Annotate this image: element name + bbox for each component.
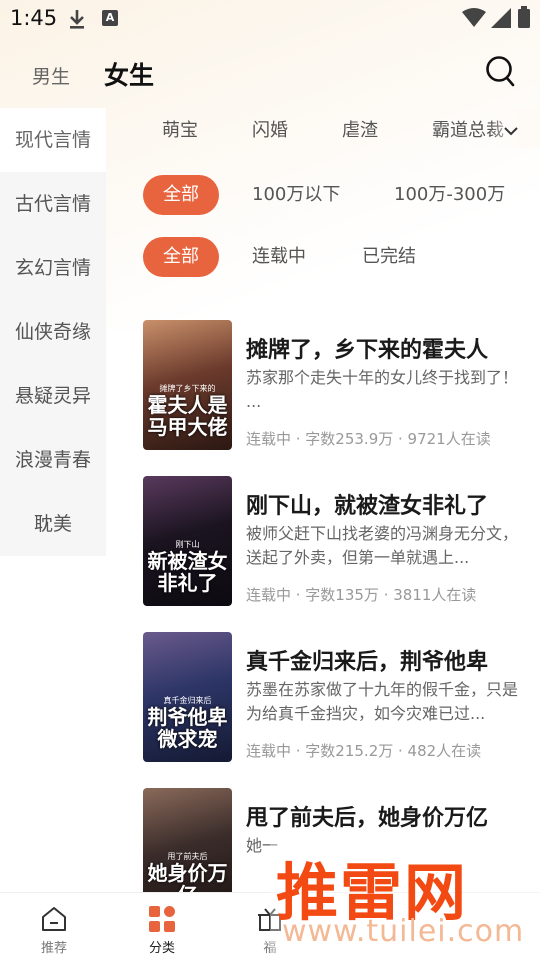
book-cover: 真千金归来后 荆爷他卑微求宠 xyxy=(143,632,232,762)
book-description: 苏墨在苏家做了十九年的假千金，只是为给真千金挡灾，如今灾难已过... xyxy=(246,680,519,723)
book-cover: 刚下山 新被渣女非礼了 xyxy=(143,476,232,606)
cover-title: 新被渣女非礼了 xyxy=(147,549,228,595)
a-box-icon: A xyxy=(102,10,118,26)
sidebar-item-ancient-romance[interactable]: 古代言情 xyxy=(0,172,106,236)
category-sidebar: 现代言情 古代言情 玄幻言情 仙侠奇缘 悬疑灵异 浪漫青春 耽美 xyxy=(0,108,106,556)
book-description: 苏家那个走失十年的女儿终于找到了！ ... xyxy=(246,368,519,411)
filter-chip-finished[interactable]: 已完结 xyxy=(362,237,416,277)
status-filter: 全部 连载中 已完结 xyxy=(106,237,540,281)
download-icon xyxy=(70,10,84,29)
book-meta: 连载中 · 字数215.2万 · 482人在读 xyxy=(246,742,482,760)
watermark-url: www.tuilei.com xyxy=(282,914,525,949)
tab-female[interactable]: 女生 xyxy=(104,56,154,92)
filter-chip-all[interactable]: 全部 xyxy=(143,175,219,215)
cover-title: 荆爷他卑微求宠 xyxy=(147,705,228,751)
book-title: 甩了前夫后，她身价万亿 xyxy=(246,806,489,831)
filter-chip-1m-3m[interactable]: 100万-300万 xyxy=(394,175,505,215)
sidebar-item-fantasy-romance[interactable]: 玄幻言情 xyxy=(0,236,106,300)
home-icon xyxy=(42,907,66,931)
cover-title: 霍夫人是马甲大佬 xyxy=(147,393,228,439)
sidebar-item-suspense[interactable]: 悬疑灵异 xyxy=(0,364,106,428)
book-title: 真千金归来后，荆爷他卑 xyxy=(246,650,489,675)
wifi-icon xyxy=(462,8,486,27)
tab-male[interactable]: 男生 xyxy=(32,62,70,89)
book-title: 刚下山，就被渣女非礼了 xyxy=(246,494,489,519)
status-time: 1:45 xyxy=(10,6,58,30)
status-bar: 1:45 A xyxy=(0,0,540,38)
nav-recommend[interactable]: 推荐 xyxy=(0,893,108,960)
filter-chip-ongoing[interactable]: 连载中 xyxy=(252,237,306,277)
sidebar-item-danmei[interactable]: 耽美 xyxy=(0,492,106,556)
book-item[interactable]: 摊牌了乡下来的 霍夫人是马甲大佬 摊牌了，乡下来的霍夫人 苏家那个走失十年的女儿… xyxy=(106,320,540,452)
nav-category[interactable]: 分类 xyxy=(108,893,216,960)
book-meta: 连载中 · 字数135万 · 3811人在读 xyxy=(246,586,477,604)
watermark: 推雷网 www.tuilei.com xyxy=(270,842,540,960)
book-title: 摊牌了，乡下来的霍夫人 xyxy=(246,338,489,363)
nav-label: 分类 xyxy=(148,941,175,956)
book-meta: 连载中 · 字数253.9万 · 9721人在读 xyxy=(246,430,491,448)
sidebar-item-xianxia[interactable]: 仙侠奇缘 xyxy=(0,300,106,364)
category-grid-icon xyxy=(149,906,175,932)
book-item[interactable]: 真千金归来后 荆爷他卑微求宠 真千金归来后，荆爷他卑 苏墨在苏家做了十九年的假千… xyxy=(106,632,540,764)
nav-label: 推荐 xyxy=(40,941,67,956)
search-icon[interactable] xyxy=(484,54,516,88)
book-cover: 摊牌了乡下来的 霍夫人是马甲大佬 xyxy=(143,320,232,450)
book-item[interactable]: 刚下山 新被渣女非礼了 刚下山，就被渣女非礼了 被师父赶下山找老婆的冯渊身无分文… xyxy=(106,476,540,608)
signal-icon xyxy=(491,8,511,28)
chevron-down-icon[interactable] xyxy=(502,122,520,140)
book-description: 被师父赶下山找老婆的冯渊身无分文，送起了外卖，但第一单就遇上... xyxy=(246,524,519,567)
sidebar-item-modern-romance[interactable]: 现代言情 xyxy=(0,108,106,172)
subcategory-item[interactable]: 萌宝 xyxy=(162,116,198,142)
filter-chip-all[interactable]: 全部 xyxy=(143,237,219,277)
subcategory-item[interactable]: 闪婚 xyxy=(252,116,288,142)
sidebar-item-youth[interactable]: 浪漫青春 xyxy=(0,428,106,492)
gender-tabs: 男生 女生 xyxy=(0,52,540,96)
filter-chip-under-1m[interactable]: 100万以下 xyxy=(252,175,340,215)
subcategory-item[interactable]: 虐渣 xyxy=(342,116,378,142)
word-count-filter: 全部 100万以下 100万-300万 xyxy=(106,175,540,219)
battery-icon xyxy=(518,6,530,28)
subcategory-row: 萌宝 闪婚 虐渣 霸道总裁 xyxy=(106,108,540,148)
